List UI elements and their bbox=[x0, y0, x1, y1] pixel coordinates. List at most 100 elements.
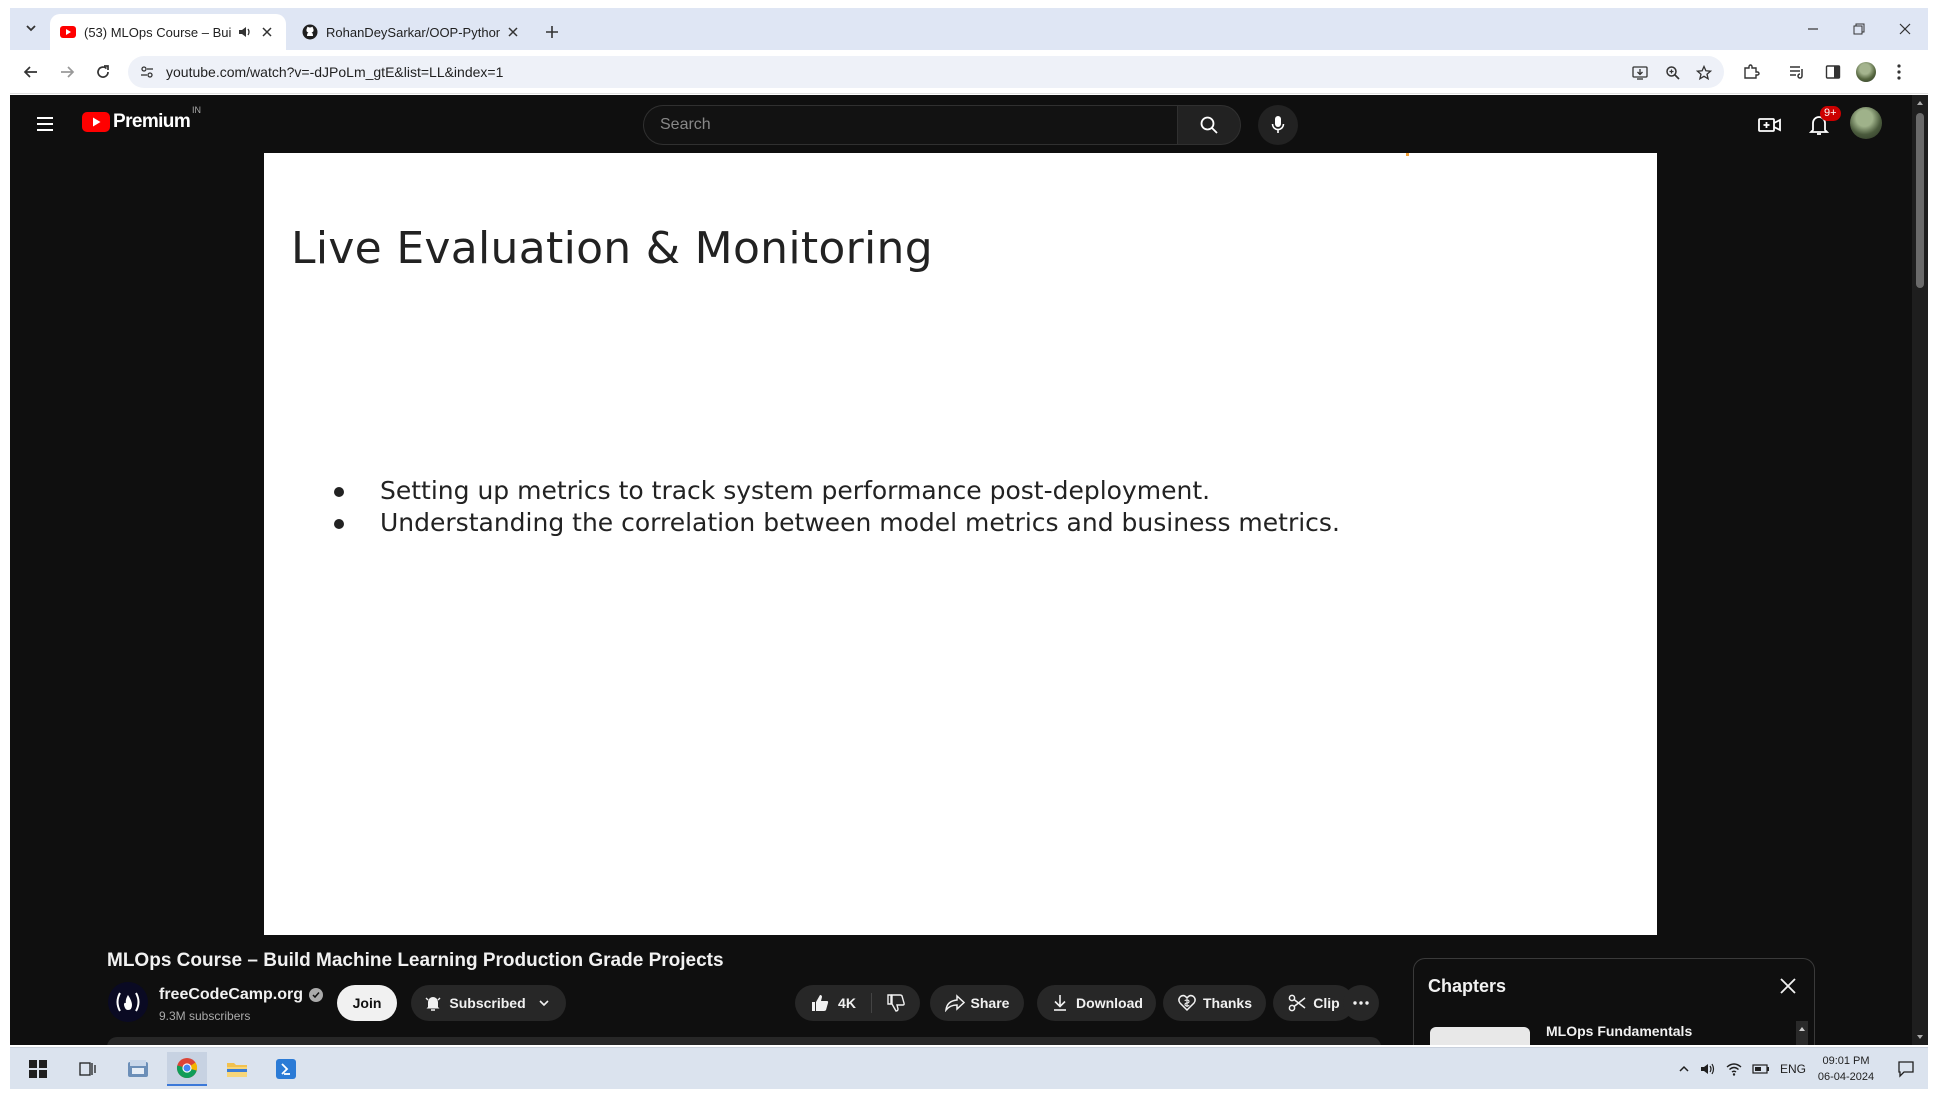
voice-search-button[interactable] bbox=[1258, 105, 1298, 145]
tab-search-button[interactable] bbox=[18, 15, 44, 41]
forward-button[interactable] bbox=[54, 59, 80, 85]
chrome-icon bbox=[176, 1058, 198, 1079]
page-scrollbar[interactable] bbox=[1912, 95, 1928, 1045]
close-icon bbox=[1780, 978, 1796, 994]
youtube-page: Premium IN 9+ Live Evaluation & bbox=[10, 95, 1912, 1045]
youtube-premium-logo[interactable]: Premium IN bbox=[82, 105, 201, 133]
slide-bullet: Understanding the correlation between mo… bbox=[334, 507, 1340, 539]
search-button[interactable] bbox=[1177, 105, 1241, 145]
action-center-button[interactable] bbox=[1886, 1052, 1926, 1086]
wifi-icon[interactable] bbox=[1726, 1061, 1742, 1077]
channel-name[interactable]: freeCodeCamp.org bbox=[159, 986, 324, 1004]
minimize-button[interactable] bbox=[1790, 8, 1836, 50]
like-count: 4K bbox=[838, 995, 856, 1011]
thumbs-up-icon bbox=[810, 993, 830, 1013]
chapter-title[interactable]: MLOps Fundamentals bbox=[1546, 1023, 1692, 1039]
input-language[interactable]: ENG bbox=[1780, 1062, 1806, 1076]
description-box[interactable] bbox=[107, 1037, 1381, 1045]
verified-check-icon bbox=[309, 988, 324, 1002]
side-panel-button[interactable] bbox=[1820, 59, 1846, 85]
extensions-button[interactable] bbox=[1738, 59, 1764, 85]
address-bar[interactable]: youtube.com/watch?v=-dJPoLm_gtE&list=LL&… bbox=[128, 56, 1724, 88]
scroll-down-arrow-icon[interactable] bbox=[1916, 1033, 1924, 1041]
side-panel-icon bbox=[1825, 65, 1841, 79]
clock-time: 09:01 PM bbox=[1822, 1055, 1870, 1067]
like-dislike-group: 4K bbox=[795, 985, 920, 1021]
media-controls-button[interactable] bbox=[1784, 59, 1810, 85]
file-manager-icon bbox=[128, 1060, 148, 1077]
zoom-icon[interactable] bbox=[1663, 63, 1683, 83]
bookmark-star-icon[interactable] bbox=[1694, 63, 1714, 83]
more-actions-button[interactable] bbox=[1343, 985, 1379, 1021]
create-video-icon bbox=[1758, 118, 1781, 132]
video-player[interactable]: Live Evaluation & Monitoring Setting up … bbox=[264, 153, 1657, 935]
share-arrow-icon bbox=[944, 993, 965, 1013]
guide-menu-button[interactable] bbox=[34, 113, 56, 135]
join-button[interactable]: Join bbox=[337, 985, 397, 1021]
taskbar-app-file-explorer[interactable] bbox=[217, 1052, 257, 1086]
reload-button[interactable] bbox=[90, 59, 116, 85]
notifications-button[interactable]: 9+ bbox=[1806, 106, 1841, 138]
account-avatar[interactable] bbox=[1850, 107, 1882, 139]
close-window-button[interactable] bbox=[1882, 8, 1928, 50]
start-button[interactable] bbox=[18, 1052, 58, 1086]
slide-bullet: Setting up metrics to track system perfo… bbox=[334, 475, 1340, 507]
forward-arrow-icon bbox=[61, 66, 75, 78]
channel-avatar[interactable] bbox=[108, 982, 148, 1022]
browser-toolbar: youtube.com/watch?v=-dJPoLm_gtE&list=LL&… bbox=[10, 50, 1928, 94]
profile-button[interactable] bbox=[1853, 59, 1879, 85]
windows-taskbar: ENG 09:01 PM 06-04-2024 bbox=[10, 1047, 1928, 1089]
share-button[interactable]: Share bbox=[930, 985, 1024, 1021]
create-button[interactable] bbox=[1757, 112, 1783, 138]
battery-icon[interactable] bbox=[1752, 1063, 1770, 1075]
join-label: Join bbox=[352, 995, 382, 1011]
search-input[interactable] bbox=[644, 106, 1177, 144]
youtube-icon bbox=[60, 26, 76, 38]
download-label: Download bbox=[1076, 995, 1143, 1011]
subscribed-button[interactable]: Subscribed bbox=[411, 985, 566, 1021]
chrome-menu-button[interactable] bbox=[1886, 59, 1912, 85]
tab-github[interactable]: RohanDeySarkar/OOP-Python bbox=[292, 14, 532, 50]
scroll-up-arrow-icon[interactable] bbox=[1916, 99, 1924, 107]
channel-name-text: freeCodeCamp.org bbox=[159, 986, 304, 1003]
taskbar-app-chrome[interactable] bbox=[167, 1052, 207, 1086]
like-button[interactable]: 4K bbox=[795, 985, 871, 1021]
chapter-thumbnail[interactable] bbox=[1430, 1027, 1530, 1045]
dislike-button[interactable] bbox=[872, 985, 920, 1021]
screen-edge-bottom bbox=[0, 1089, 1937, 1097]
clip-button[interactable]: Clip bbox=[1273, 985, 1354, 1021]
search-icon bbox=[1200, 116, 1218, 134]
speaker-icon[interactable] bbox=[236, 23, 254, 41]
task-view-button[interactable] bbox=[68, 1052, 108, 1086]
install-app-icon[interactable] bbox=[1630, 63, 1650, 83]
tab-title: RohanDeySarkar/OOP-Python bbox=[326, 24, 500, 40]
new-tab-button[interactable] bbox=[540, 20, 564, 44]
thanks-button[interactable]: Thanks bbox=[1163, 985, 1266, 1021]
taskbar-app-vscode[interactable] bbox=[266, 1052, 306, 1086]
close-tab-icon[interactable] bbox=[504, 23, 522, 41]
taskbar-clock[interactable]: 09:01 PM 06-04-2024 bbox=[1806, 1053, 1886, 1085]
site-info-icon[interactable] bbox=[138, 63, 156, 81]
volume-icon[interactable] bbox=[1700, 1061, 1716, 1077]
tab-youtube[interactable]: (53) MLOps Course – Build bbox=[50, 14, 286, 50]
scrollbar-thumb[interactable] bbox=[1916, 113, 1924, 288]
bullet-dot-icon bbox=[334, 487, 344, 497]
window-controls bbox=[1790, 8, 1928, 50]
github-icon bbox=[302, 24, 318, 40]
tab-title: (53) MLOps Course – Build bbox=[84, 24, 232, 40]
chapters-scrollbar[interactable] bbox=[1796, 1021, 1808, 1045]
minimize-icon bbox=[1808, 28, 1818, 30]
thanks-label: Thanks bbox=[1202, 995, 1252, 1011]
chapters-header: Chapters bbox=[1428, 976, 1507, 996]
close-chapters-button[interactable] bbox=[1776, 974, 1800, 998]
screen: (53) MLOps Course – Build RohanDeySarkar… bbox=[0, 0, 1937, 1097]
chevron-up-icon[interactable] bbox=[1678, 1063, 1690, 1075]
back-button[interactable] bbox=[18, 59, 44, 85]
taskbar-app-explorer-alt[interactable] bbox=[118, 1052, 158, 1086]
bullet-text: Understanding the correlation between mo… bbox=[380, 508, 1340, 537]
close-tab-icon[interactable] bbox=[258, 23, 276, 41]
windows-logo-icon bbox=[29, 1060, 47, 1078]
media-queue-icon bbox=[1790, 66, 1803, 79]
download-button[interactable]: Download bbox=[1037, 985, 1156, 1021]
restore-button[interactable] bbox=[1836, 8, 1882, 50]
